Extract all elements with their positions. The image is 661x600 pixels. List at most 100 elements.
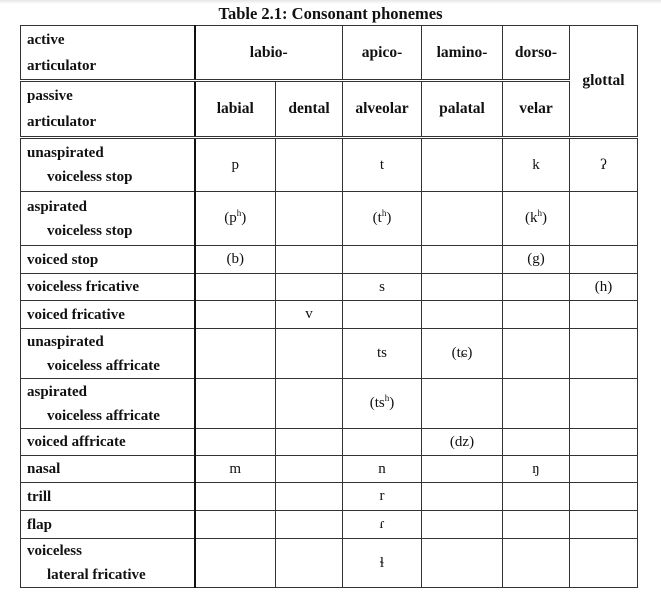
phoneme-cell [569,482,638,511]
table-row: unaspirated voiceless affricate ts (tɕ) [20,328,638,379]
phoneme-cell [421,137,503,192]
label-line: active [27,31,65,48]
phoneme-cell [502,273,570,301]
label-line: lateral fricative [47,567,146,583]
phoneme-cell [275,273,343,301]
phoneme-cell: (tsh) [342,378,422,429]
label-line: nasal [27,461,61,477]
label-line: voiced fricative [27,306,125,323]
header-dental: dental [275,80,343,139]
header-lamino: lamino- [421,25,503,82]
phoneme-cell [342,245,422,274]
label-line: voiceless fricative [27,279,140,295]
phoneme-cell [502,328,570,379]
phoneme-cell [194,300,276,329]
label-line: articulator [27,57,97,74]
header-apico: apico- [342,25,422,82]
table-caption: Table 2.1: Consonant phonemes [218,4,443,23]
phoneme-cell [421,482,503,511]
phoneme-cell: p [194,137,276,192]
header-dorso: dorso- [502,25,570,82]
label-line: unaspirated [27,145,104,161]
phoneme-cell [194,378,276,429]
phoneme-cell [502,510,570,539]
phoneme-cell [275,510,343,539]
phoneme-cell [569,510,638,539]
phoneme-cell: (b) [194,245,276,274]
phoneme-cell: ʔ [569,137,638,192]
phoneme-cell: v [275,300,343,329]
phoneme-cell [502,538,570,588]
phoneme-cell [502,300,570,329]
phoneme-cell [342,428,422,456]
aspiration-mark: h [381,208,387,218]
phoneme-cell [421,455,503,483]
manner-label: voiced affricate [20,428,196,456]
phoneme-cell: m [194,455,276,483]
consonant-phonemes-table: active articulator labio- apico- lamino-… [20,25,638,588]
table-row: voiceless fricative s (h) [20,273,638,301]
label-line: flap [27,516,53,533]
manner-label: aspirated voiceless stop [20,191,196,246]
header-labio: labio- [194,25,343,82]
phoneme-cell [569,191,638,246]
phoneme-cell: (dz) [421,428,503,456]
manner-label: unaspirated voiceless stop [20,137,196,192]
table-row: nasal m n ŋ [20,455,638,483]
label-line: voiceless stop [47,169,133,185]
phoneme-cell [569,245,638,274]
manner-label: voiceless fricative [20,273,196,301]
label-line: aspirated [27,198,87,215]
label-line: voiceless affricate [47,407,160,424]
phoneme-cell [275,191,343,246]
phoneme-cell [275,137,343,192]
phoneme-cell [421,510,503,539]
table-row: flap ɾ [20,510,638,539]
phoneme-cell [194,510,276,539]
phoneme-cell [502,378,570,429]
phoneme-cell [421,378,503,429]
table-row: voiced stop (b) (g) [20,245,638,274]
label-line: voiceless affricate [47,357,160,374]
manner-label: nasal [20,455,196,483]
phoneme-cell [194,273,276,301]
table-row: unaspirated voiceless stop p t k ʔ [20,137,638,192]
phoneme-cell [569,328,638,379]
label-line: voiced affricate [27,434,126,450]
phoneme-cell: (h) [569,273,638,301]
table-row: trill r [20,482,638,511]
label-line: voiceless stop [47,222,133,239]
table-body: unaspirated voiceless stop p t k ʔ aspirated vo… [20,137,638,588]
phoneme-cell [421,245,503,274]
phoneme-cell [421,191,503,246]
aspiration-mark: h [537,208,543,218]
phoneme-cell [569,455,638,483]
table-row: voiceless lateral fricative ɬ [20,538,638,588]
phoneme-cell [569,300,638,329]
phoneme-cell [421,300,503,329]
label-line: aspirated [27,383,87,400]
phoneme-cell: (th) [342,191,422,246]
active-articulator-label: active articulator [20,25,196,82]
phoneme-cell: (tɕ) [421,328,503,379]
label-line: articulator [27,114,97,130]
phoneme-cell [275,428,343,456]
phoneme-cell [502,482,570,511]
header-labial: labial [194,80,276,139]
header-alveolar: alveolar [342,80,422,139]
manner-label: voiced fricative [20,300,196,329]
manner-label: aspirated voiceless affricate [20,378,196,429]
phoneme-cell [421,538,503,588]
passive-articulator-label: passive articulator [20,80,196,139]
phoneme-cell [275,328,343,379]
active-articulator-row: active articulator labio- apico- lamino-… [20,25,638,139]
manner-label: voiceless lateral fricative [20,538,196,588]
header-palatal: palatal [421,80,503,139]
manner-label: flap [20,510,196,539]
phoneme-cell: (ph) [194,191,276,246]
phoneme-cell: t [342,137,422,192]
phoneme-cell [275,245,343,274]
phoneme-cell: (kh) [502,191,570,246]
header-glottal: glottal [569,25,638,139]
phoneme-cell: ɾ [342,510,422,539]
